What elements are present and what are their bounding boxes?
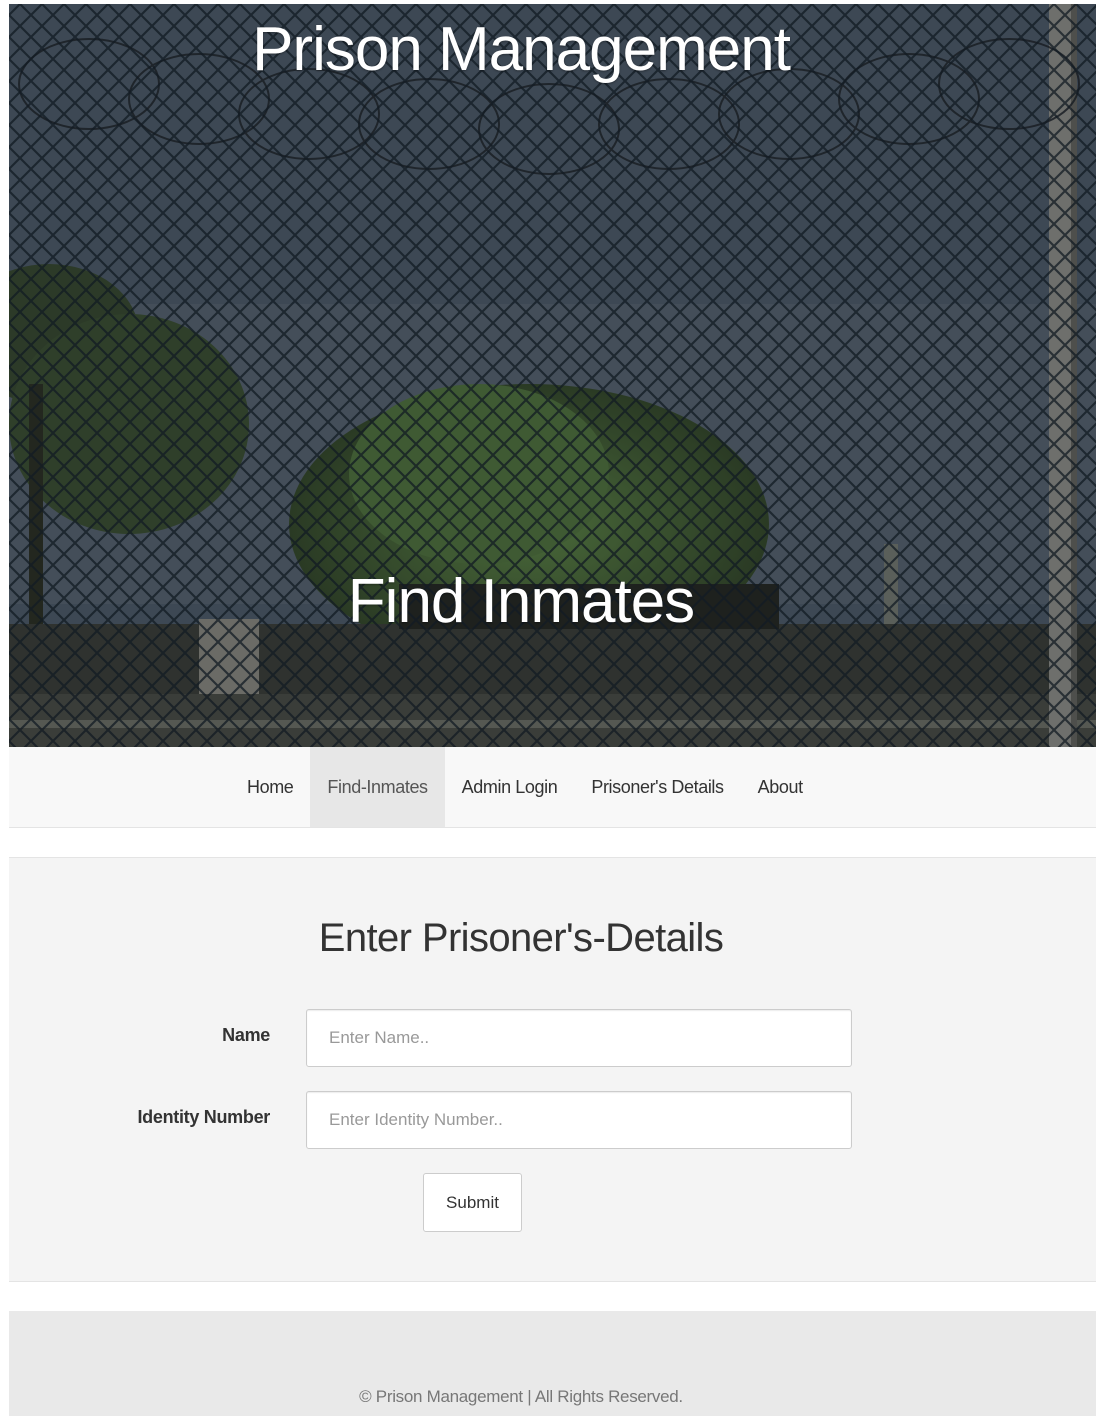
copyright-text: © Prison Management | All Rights Reserve… <box>359 1387 683 1406</box>
hero-banner: Prison Management Find Inmates <box>9 4 1096 747</box>
form-heading: Enter Prisoner's-Details <box>318 916 724 960</box>
nav-item-about[interactable]: About <box>741 747 820 827</box>
nav-item-find-inmates[interactable]: Find-Inmates <box>310 747 445 827</box>
main-navbar: Home Find-Inmates Admin Login Prisoner's… <box>9 747 1096 828</box>
nav-item-admin-login[interactable]: Admin Login <box>445 747 575 827</box>
footer: © Prison Management | All Rights Reserve… <box>9 1311 1096 1416</box>
name-input[interactable] <box>306 1009 852 1067</box>
identity-number-input[interactable] <box>306 1091 852 1149</box>
site-title: Prison Management <box>252 15 791 84</box>
nav-item-prisoners-details[interactable]: Prisoner's Details <box>574 747 740 827</box>
identity-number-label: Identity Number <box>137 1107 270 1127</box>
page-heading: Find Inmates <box>347 567 695 636</box>
find-inmate-form: Enter Prisoner's-Details Name Identity N… <box>9 857 1096 1282</box>
name-label: Name <box>222 1025 270 1045</box>
page: Prison Management Find Inmates Home Find… <box>0 0 1096 1416</box>
submit-button[interactable]: Submit <box>423 1173 522 1232</box>
nav-item-home[interactable]: Home <box>230 747 310 827</box>
nav-menu: Home Find-Inmates Admin Login Prisoner's… <box>230 747 820 827</box>
